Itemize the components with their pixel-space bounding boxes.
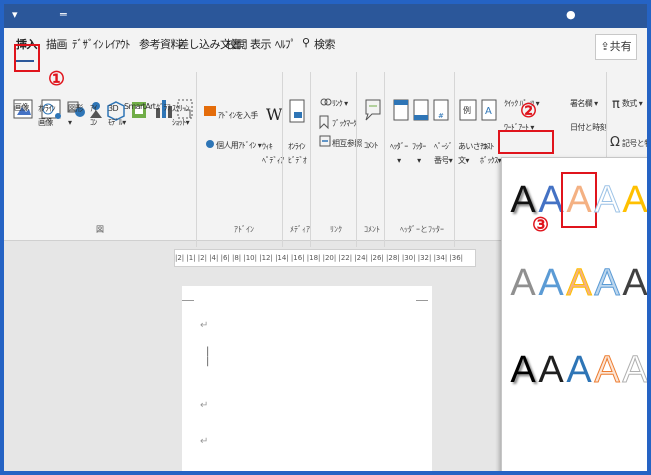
wordart-style-blue-outline-gradient[interactable]: A — [592, 261, 622, 305]
svg-text:A: A — [485, 106, 492, 117]
get-addins-icon[interactable] — [204, 106, 216, 116]
margin-marker — [416, 300, 428, 301]
svg-text:例: 例 — [463, 105, 471, 115]
wordart-style-light-outline[interactable]: A — [620, 348, 647, 392]
customize-toolbar-icon[interactable]: ═ — [60, 8, 67, 21]
svg-text:#: # — [438, 112, 444, 120]
save-icon[interactable]: ▾ — [12, 8, 18, 21]
paragraph-mark: ↵ — [200, 320, 209, 331]
comment-icon[interactable] — [365, 99, 381, 121]
shapes-button[interactable]: 図形 ▾ — [68, 102, 83, 130]
tab-4[interactable]: 参考資料 — [139, 36, 182, 52]
share-icon: ⇪ — [600, 40, 610, 53]
tab-1[interactable]: 描画 — [46, 36, 68, 52]
share-label: 共有 — [609, 40, 632, 53]
footer-icon[interactable] — [413, 99, 429, 121]
tab-8[interactable]: ﾍﾙﾌﾟ — [275, 36, 296, 52]
comment-button[interactable]: ｺﾒﾝﾄ — [364, 140, 378, 151]
online-picture-button[interactable]: ｵﾝﾗｲﾝ 画像 — [38, 102, 56, 130]
equation-button[interactable]: 数式 ▾ — [622, 98, 643, 109]
screenshot-button[interactable]: ｽｸﾘｰﾝ ｼｮｯﾄ▾ — [172, 102, 190, 130]
wikipedia-button[interactable]: ｳｨｷ ﾍﾟﾃﾞｨｱ — [262, 140, 284, 168]
picture-button[interactable]: 画像 — [14, 102, 29, 113]
wordart-style-orange-outline[interactable]: A — [592, 348, 622, 392]
tab-6[interactable]: 校閲 — [226, 36, 248, 52]
wordart-style-gray[interactable]: A — [508, 261, 538, 305]
wordart-button-highlight — [498, 130, 554, 154]
wordart-style-blue-bold[interactable]: A — [564, 348, 594, 392]
word-window: ▾ ═ ● 挿入 描画 ﾃﾞｻﾞｲﾝ ﾚｲｱｳﾄ 参考資料 差し込み文書 校閲 表示 ﾍﾙﾌﾟ検… — [0, 0, 651, 475]
ribbon-tabs: 挿入 描画 ﾃﾞｻﾞｲﾝ ﾚｲｱｳﾄ 参考資料 差し込み文書 校閲 表示 ﾍﾙﾌﾟ 検索 ⚲ — [4, 28, 647, 62]
my-addins-icon[interactable] — [206, 140, 214, 148]
tab-3[interactable]: ﾚｲｱｳﾄ — [105, 36, 131, 52]
get-addins-button[interactable]: ｱﾄﾞｲﾝを入手 — [218, 110, 258, 121]
online-video-icon[interactable] — [289, 99, 305, 123]
equation-icon[interactable]: π — [612, 97, 620, 112]
tab-7[interactable]: 表示 — [250, 36, 272, 52]
header-button[interactable]: ﾍｯﾀﾞｰ ▾ — [390, 140, 408, 168]
paragraph-mark: ↵ — [200, 436, 209, 447]
greeting-icon[interactable]: 例 — [459, 99, 477, 121]
tab-9[interactable]: 検索 — [314, 36, 336, 52]
page-number-button[interactable]: ﾍﾟｰｼﾞ 番号▾ — [434, 140, 453, 168]
date-time-button[interactable]: 日付と時刻 — [570, 122, 608, 133]
chart-button[interactable]: ｸﾞﾗﾌ — [156, 102, 171, 113]
special-character-icon[interactable]: Ω — [610, 135, 620, 150]
text-cursor: | — [206, 356, 210, 367]
link-button[interactable]: ﾘﾝｸ ▾ — [332, 98, 348, 109]
wordart-style-dark-gray[interactable]: A — [620, 261, 647, 305]
page-number-icon[interactable]: # — [433, 99, 449, 121]
wordart-gallery: AAAAAAAAAAAAAAA — [501, 157, 647, 471]
document-page[interactable] — [182, 286, 432, 471]
annotation-3: ③ — [532, 214, 550, 236]
wordart-style-gold[interactable]: A — [620, 178, 647, 222]
signature-line-button[interactable]: 署名欄 ▾ — [570, 98, 598, 109]
footer-button[interactable]: ﾌｯﾀｰ ▾ — [412, 140, 426, 168]
link-icon[interactable] — [320, 98, 332, 106]
special-characters-button[interactable]: 記号と特殊文字 — [622, 138, 647, 149]
wikipedia-icon[interactable]: W — [266, 105, 283, 124]
annotation-1: ① — [48, 68, 66, 90]
wordart-style-black-glow[interactable]: A — [508, 348, 538, 392]
3d-models-button[interactable]: 3D ﾓﾃﾞﾙ▾ — [108, 102, 126, 130]
cross-reference-button[interactable]: 相互参照 — [332, 138, 362, 149]
media-group-label: ﾒﾃﾞｨｱ — [290, 225, 310, 234]
header-footer-group-label: ﾍｯﾀﾞｰとﾌｯﾀｰ — [400, 225, 444, 234]
wordart-style-orange-gradient[interactable]: A — [564, 261, 594, 305]
illustrations-group-label: 図 — [96, 225, 104, 234]
annotation-2: ② — [520, 100, 538, 122]
online-video-button[interactable]: ｵﾝﾗｲﾝ ﾋﾞﾃﾞｵ — [288, 140, 307, 168]
wordart-style-outline-blue[interactable]: A — [592, 178, 622, 222]
addins-group-label: ｱﾄﾞｲﾝ — [234, 225, 254, 234]
cross-reference-icon[interactable] — [319, 135, 331, 147]
wordart-style-black-dark[interactable]: A — [536, 348, 566, 392]
horizontal-ruler[interactable]: |2| |1| |2| |4| |6| |8| |10| |12| |14| |… — [174, 249, 476, 267]
bookmark-icon[interactable] — [319, 115, 329, 130]
bookmark-button[interactable]: ﾌﾞｯｸﾏｰｸ — [332, 118, 357, 129]
margin-marker — [182, 300, 194, 301]
icons-button[interactable]: ｱｲ ｺﾝ — [90, 102, 97, 130]
header-icon[interactable] — [393, 99, 409, 121]
tab-2[interactable]: ﾃﾞｻﾞｲﾝ — [72, 36, 104, 52]
share-button[interactable]: ⇪共有 — [595, 34, 637, 60]
smartart-button[interactable]: SmartArt — [124, 102, 156, 111]
my-addins-button[interactable]: 個人用ｱﾄﾞｲﾝ ▾ — [216, 140, 262, 151]
title-bar: ▾ ═ ● — [4, 4, 647, 28]
links-group-label: ﾘﾝｸ — [330, 225, 342, 234]
comments-group-label: ｺﾒﾝﾄ — [364, 225, 380, 234]
insert-tab-highlight — [14, 44, 40, 72]
paragraph-mark: ↵ — [200, 400, 209, 411]
account-icon[interactable]: ● — [566, 8, 576, 21]
search-icon[interactable]: ⚲ — [302, 36, 310, 49]
wordart-style-blue-gradient[interactable]: A — [536, 261, 566, 305]
textbox-icon[interactable]: A — [481, 99, 497, 121]
